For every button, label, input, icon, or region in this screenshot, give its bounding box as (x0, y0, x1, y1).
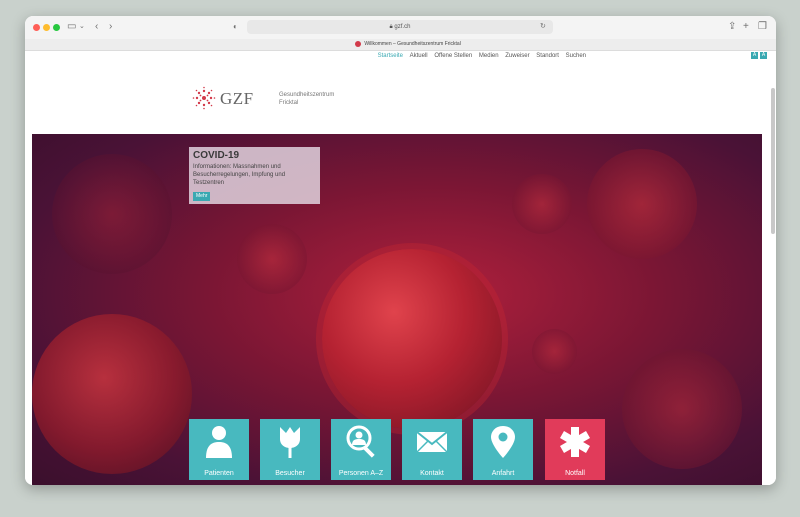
tile-notfall[interactable]: Notfall (545, 419, 605, 480)
web-page: Startseite Aktuell Offene Stellen Medien… (25, 51, 776, 485)
tab-overview-icon[interactable]: ❐ (758, 22, 767, 32)
share-icon[interactable]: ⇪ (728, 22, 736, 32)
tile-patienten[interactable]: Patienten (189, 419, 249, 480)
nav-standort[interactable]: Standort (536, 53, 559, 59)
privacy-shield-icon[interactable]: ◐ (233, 22, 238, 32)
tile-label: Personen A–Z (338, 470, 384, 477)
new-tab-icon[interactable]: + (743, 22, 749, 32)
tab-bar: Willkommen – Gesundheitszentrum Fricktal (25, 39, 776, 51)
virus-image (237, 224, 307, 294)
tulip-icon (280, 427, 300, 458)
reload-icon[interactable]: ↻ (540, 22, 546, 32)
tile-label: Anfahrt (491, 470, 515, 477)
hero-image: COVID-19 Informationen: Massnahmen und B… (32, 134, 762, 485)
covid-text: Informationen: Massnahmen und Besucherre… (193, 164, 286, 186)
top-navigation: Startseite Aktuell Offene Stellen Medien… (373, 52, 586, 61)
tile-label: Besucher (275, 470, 305, 477)
virus-image (622, 349, 742, 469)
virus-image (512, 174, 572, 234)
covid-more-button[interactable]: Mehr (193, 192, 211, 201)
asterisk-icon (560, 427, 590, 457)
maximize-window-button[interactable] (53, 24, 60, 31)
sidebar-toggle-icon[interactable]: ▭ (67, 22, 76, 32)
tile-anfahrt[interactable]: Anfahrt (473, 419, 533, 480)
logo-subtitle-line1: Gesundheitszentrum (279, 92, 335, 98)
nav-startseite[interactable]: Startseite (378, 53, 403, 59)
back-icon[interactable]: ‹ (95, 22, 98, 32)
logo-text[interactable]: GZF (220, 89, 254, 109)
covid-title: COVID-19 (193, 150, 240, 161)
nav-zuweiser[interactable]: Zuweiser (505, 53, 529, 59)
envelope-icon (417, 431, 447, 453)
favicon-icon (355, 40, 361, 47)
tile-label: Patienten (204, 470, 234, 477)
magnifier-person-icon (346, 425, 375, 458)
nav-offene-stellen[interactable]: Offene Stellen (434, 53, 472, 59)
nav-aktuell[interactable]: Aktuell (410, 53, 428, 59)
tile-label: Notfall (565, 470, 585, 477)
active-tab[interactable]: Willkommen – Gesundheitszentrum Fricktal (355, 40, 461, 49)
lock-icon: 🔒︎ (389, 24, 393, 30)
address-url: gzf.ch (394, 24, 411, 30)
nav-suchen[interactable]: Suchen (566, 53, 586, 59)
address-bar[interactable]: 🔒︎ gzf.ch (247, 20, 553, 34)
tile-besucher[interactable]: Besucher (260, 419, 320, 480)
virus-image (587, 149, 697, 259)
browser-window: ▭ ⌄ ‹ › ◐ 🔒︎ gzf.ch ↻ ⇪ + ❐ Willkommen –… (25, 16, 776, 485)
forward-icon[interactable]: › (109, 22, 112, 32)
page-scrollbar[interactable] (771, 88, 775, 234)
tile-kontakt[interactable]: Kontakt (402, 419, 462, 480)
font-size-large-button[interactable]: A (760, 52, 767, 59)
virus-image (532, 329, 577, 374)
logo-subtitle-line2: Fricktal (279, 100, 299, 106)
tile-label: Kontakt (420, 470, 444, 477)
map-pin-icon (491, 426, 515, 458)
close-window-button[interactable] (33, 24, 40, 31)
chevron-down-icon[interactable]: ⌄ (79, 22, 85, 32)
virus-image (52, 154, 172, 274)
logo-subtitle: Gesundheitszentrum Fricktal (279, 91, 334, 107)
virus-image (32, 314, 192, 474)
tile-personen-a-z[interactable]: Personen A–Z (331, 419, 391, 480)
font-size-small-button[interactable]: A (751, 52, 758, 59)
tab-title: Willkommen – Gesundheitszentrum Fricktal (364, 41, 461, 47)
covid-info-box: COVID-19 Informationen: Massnahmen und B… (189, 147, 320, 204)
minimize-window-button[interactable] (43, 24, 50, 31)
virus-image (322, 249, 502, 429)
browser-titlebar: ▭ ⌄ ‹ › ◐ 🔒︎ gzf.ch ↻ ⇪ + ❐ (25, 16, 776, 39)
logo-icon[interactable] (192, 86, 216, 110)
nav-medien[interactable]: Medien (479, 53, 499, 59)
person-icon (206, 426, 232, 458)
